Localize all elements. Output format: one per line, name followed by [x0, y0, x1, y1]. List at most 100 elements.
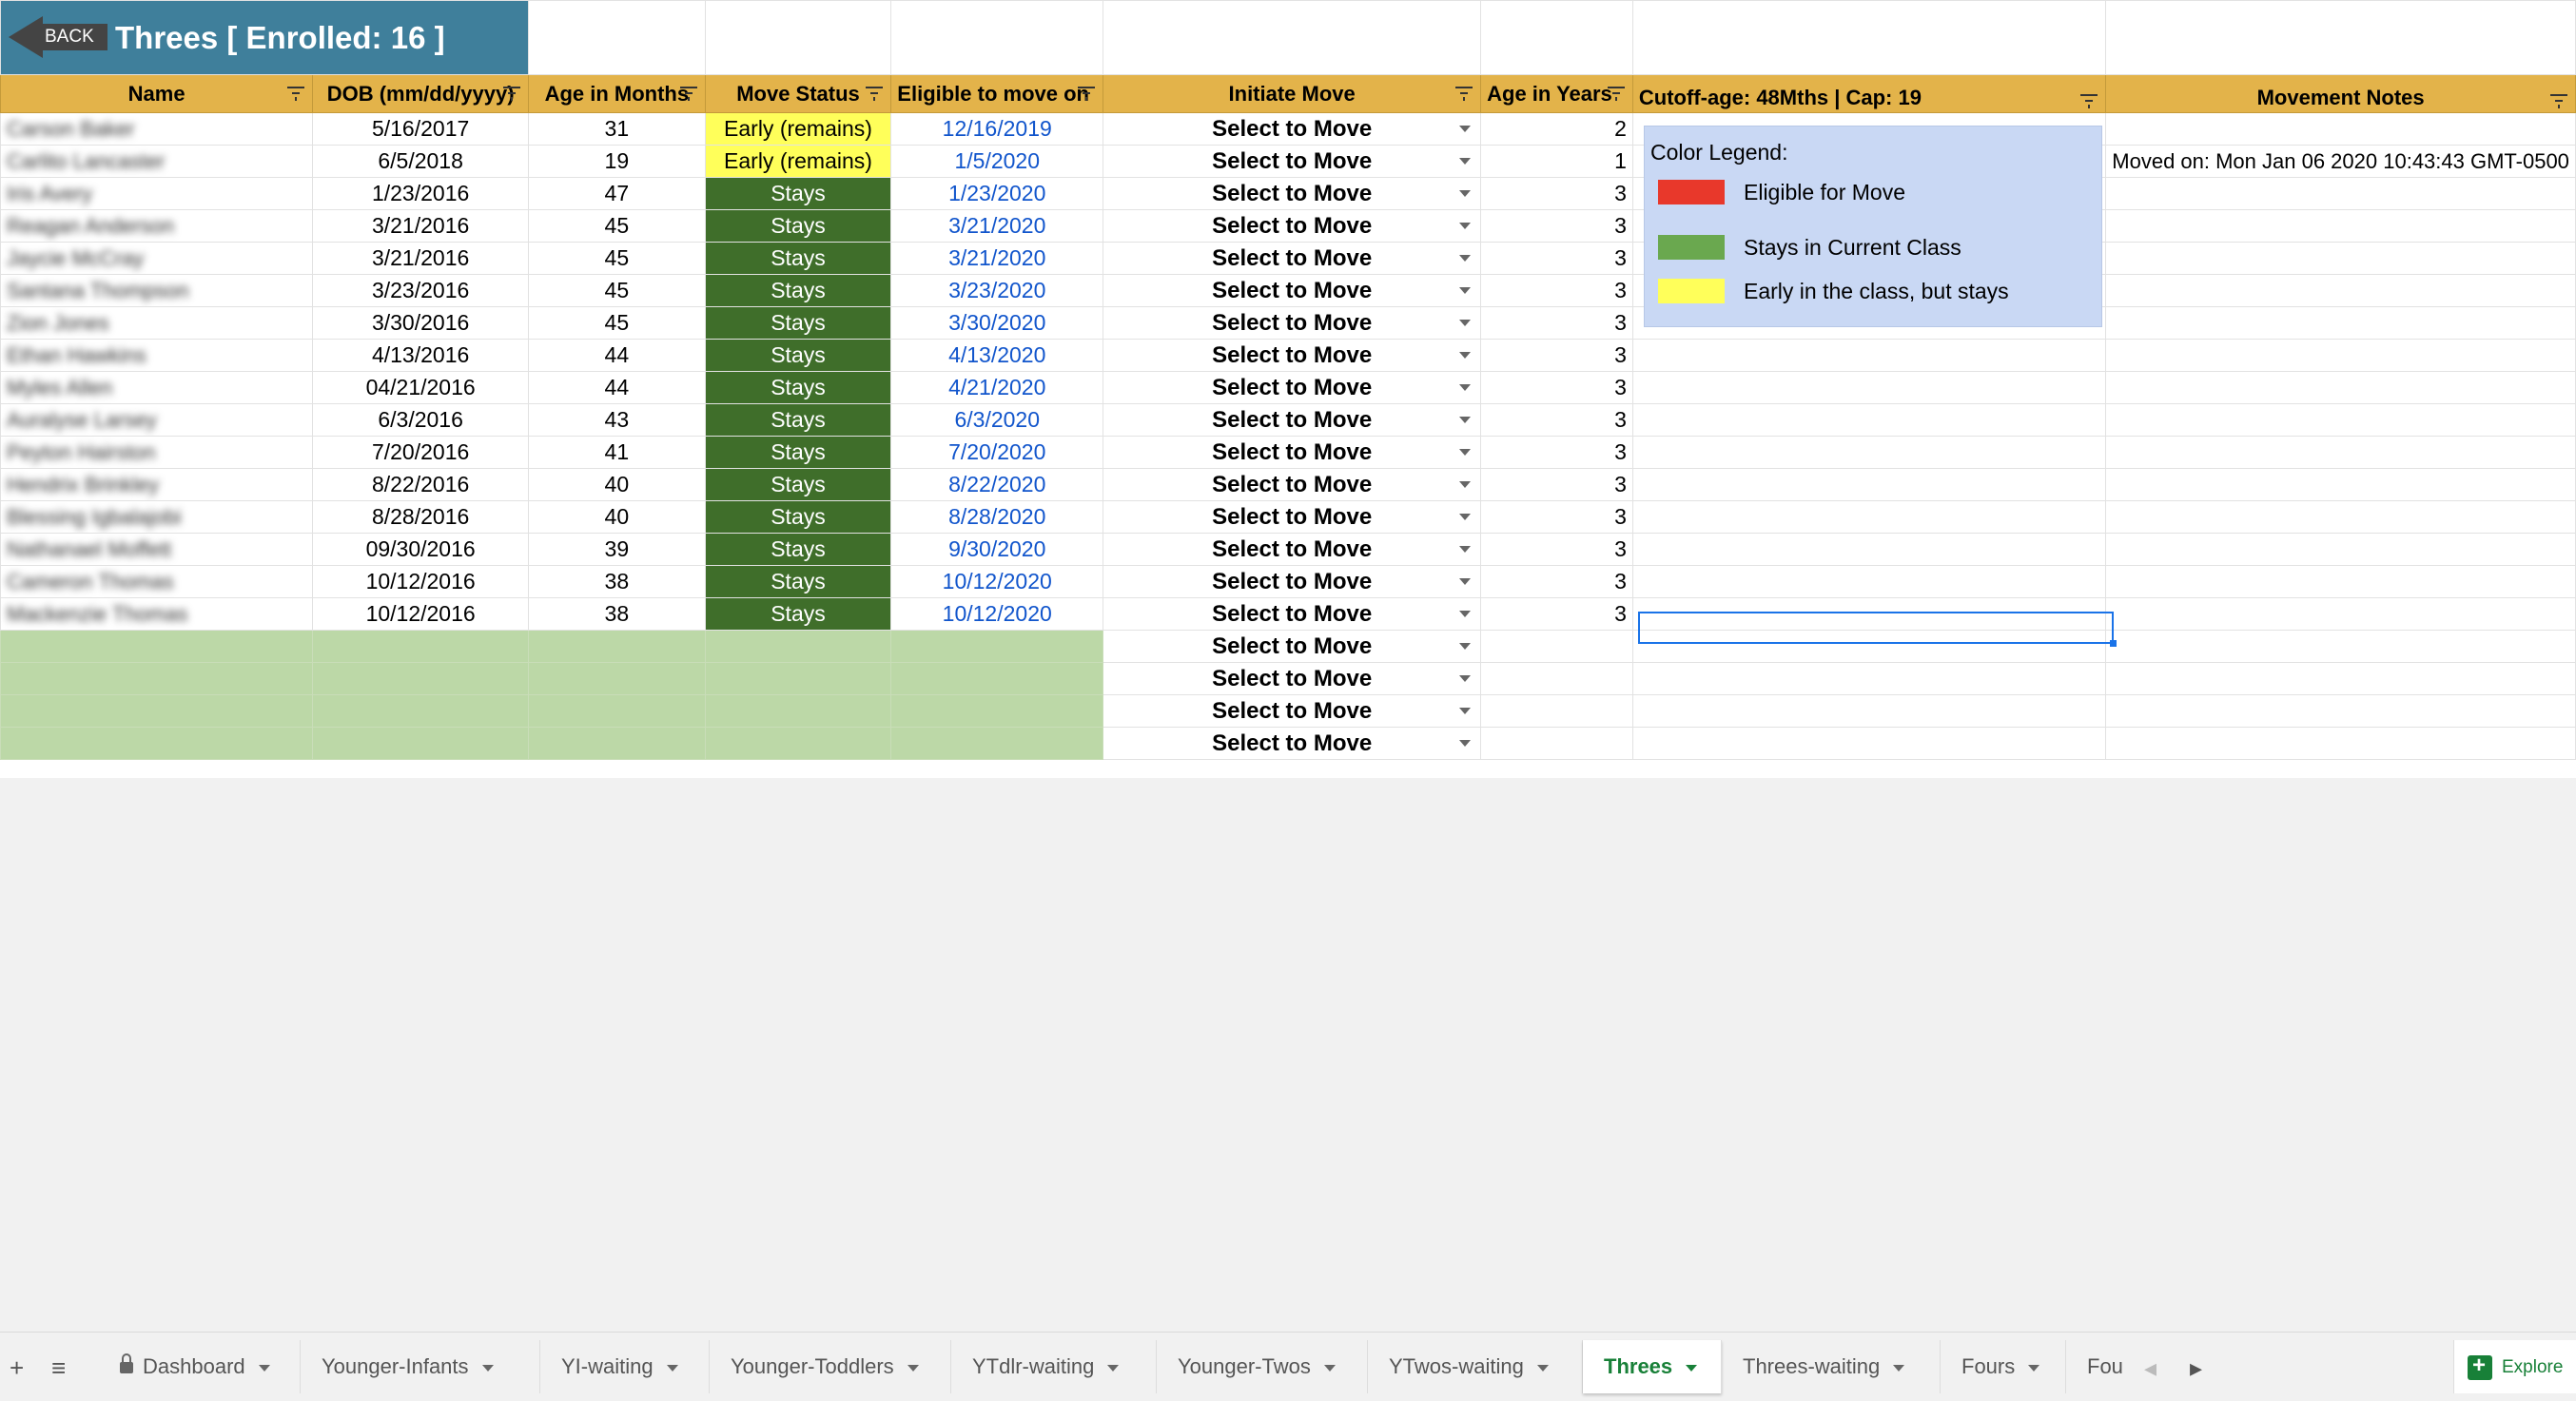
dropdown-arrow-icon[interactable] [1459, 223, 1472, 229]
move-status-cell[interactable]: Stays [704, 403, 892, 437]
age-months-cell[interactable]: 45 [528, 242, 706, 275]
spreadsheet[interactable]: BACK Threes [ Enrolled: 16 ] Name DOB (m… [0, 0, 2576, 778]
move-status-cell[interactable]: Stays [704, 468, 892, 501]
initiate-move-dropdown[interactable]: Select to Move [1103, 662, 1482, 695]
age-years-cell[interactable]: 1 [1480, 145, 1633, 178]
move-status-cell[interactable]: Stays [704, 274, 892, 307]
movement-note-cell[interactable] [2105, 242, 2576, 275]
student-name[interactable]: Nathanael Moffett [0, 533, 314, 566]
eligible-date-cell[interactable]: 4/21/2020 [890, 371, 1104, 404]
initiate-move-dropdown[interactable]: Select to Move [1103, 306, 1482, 340]
tab-dashboard[interactable]: Dashboard [99, 1340, 301, 1393]
move-status-cell[interactable]: Stays [704, 177, 892, 210]
col-header-dob[interactable]: DOB (mm/dd/yyyy) [312, 74, 529, 113]
movement-note-cell[interactable] [2105, 209, 2576, 243]
chevron-down-icon[interactable] [1323, 1364, 1336, 1372]
initiate-move-dropdown[interactable]: Select to Move [1103, 145, 1482, 178]
initiate-move-dropdown[interactable]: Select to Move [1103, 500, 1482, 534]
age-months-cell[interactable]: 39 [528, 533, 706, 566]
dob-cell[interactable]: 4/13/2016 [312, 339, 529, 372]
movement-note-cell[interactable] [2105, 533, 2576, 566]
age-years-cell[interactable]: 3 [1480, 597, 1633, 631]
dropdown-arrow-icon[interactable] [1459, 255, 1472, 262]
tab-threes-waiting[interactable]: Threes-waiting [1722, 1340, 1941, 1393]
tab-ytwos-waiting[interactable]: YTwos-waiting [1368, 1340, 1583, 1393]
dob-cell[interactable]: 10/12/2016 [312, 597, 529, 631]
student-name[interactable]: Cameron Thomas [0, 565, 314, 598]
empty-cell[interactable] [0, 694, 314, 728]
dropdown-arrow-icon[interactable] [1459, 675, 1472, 682]
student-name[interactable]: Ethan Hawkins [0, 339, 314, 372]
back-button[interactable]: BACK [9, 16, 107, 58]
age-months-cell[interactable]: 44 [528, 339, 706, 372]
age-years-cell[interactable]: 3 [1480, 565, 1633, 598]
student-name[interactable]: Mackenzie Thomas [0, 597, 314, 631]
initiate-move-dropdown[interactable]: Select to Move [1103, 112, 1482, 146]
student-name[interactable]: Santana Thompson [0, 274, 314, 307]
student-name[interactable]: Zion Jones [0, 306, 314, 340]
age-months-cell[interactable]: 31 [528, 112, 706, 146]
selected-cell[interactable] [1638, 612, 2117, 647]
empty-cell[interactable] [890, 694, 1104, 728]
eligible-date-cell[interactable]: 3/30/2020 [890, 306, 1104, 340]
eligible-date-cell[interactable]: 10/12/2020 [890, 565, 1104, 598]
age-years-cell[interactable]: 3 [1480, 209, 1633, 243]
movement-note-cell[interactable] [2105, 274, 2576, 307]
tab-fou[interactable]: Fou [2066, 1340, 2133, 1393]
move-status-cell[interactable]: Stays [704, 597, 892, 631]
filter-icon[interactable] [2550, 94, 2567, 108]
eligible-date-cell[interactable]: 3/21/2020 [890, 209, 1104, 243]
empty-cell[interactable] [528, 727, 706, 760]
age-years-cell[interactable]: 3 [1480, 468, 1633, 501]
empty-cell[interactable] [1480, 727, 1633, 760]
age-years-cell[interactable]: 3 [1480, 436, 1633, 469]
move-status-cell[interactable]: Early (remains) [704, 145, 892, 178]
cutoff-cell[interactable] [1631, 371, 2107, 404]
movement-note-cell[interactable] [2105, 565, 2576, 598]
student-name[interactable]: Carlito Lancaster [0, 145, 314, 178]
dropdown-arrow-icon[interactable] [1459, 578, 1472, 585]
student-name[interactable]: Jaycie McCray [0, 242, 314, 275]
age-years-cell[interactable]: 3 [1480, 403, 1633, 437]
movement-note-cell[interactable] [2105, 177, 2576, 210]
chevron-down-icon[interactable] [258, 1364, 270, 1372]
chevron-down-icon[interactable] [907, 1364, 919, 1372]
initiate-move-dropdown[interactable]: Select to Move [1103, 565, 1482, 598]
empty-cell[interactable] [312, 694, 529, 728]
dropdown-arrow-icon[interactable] [1459, 352, 1472, 359]
col-header-notes[interactable]: Movement Notes [2105, 74, 2576, 113]
age-years-cell[interactable]: 3 [1480, 274, 1633, 307]
filter-icon[interactable] [503, 87, 520, 101]
chevron-down-icon[interactable] [1686, 1364, 1698, 1372]
filter-icon[interactable] [866, 87, 884, 101]
cutoff-cell[interactable] [1631, 468, 2107, 501]
dob-cell[interactable]: 10/12/2016 [312, 565, 529, 598]
filter-icon[interactable] [679, 87, 697, 101]
initiate-move-dropdown[interactable]: Select to Move [1103, 209, 1482, 243]
student-name[interactable]: Myles Allen [0, 371, 314, 404]
age-months-cell[interactable]: 38 [528, 565, 706, 598]
initiate-move-dropdown[interactable]: Select to Move [1103, 339, 1482, 372]
all-sheets-icon[interactable]: ≡ [51, 1353, 66, 1383]
move-status-cell[interactable]: Stays [704, 306, 892, 340]
eligible-date-cell[interactable]: 1/23/2020 [890, 177, 1104, 210]
movement-note-cell[interactable] [2105, 306, 2576, 340]
movement-note-cell[interactable] [2105, 468, 2576, 501]
move-status-cell[interactable]: Stays [704, 209, 892, 243]
empty-cell[interactable] [528, 662, 706, 695]
move-status-cell[interactable]: Stays [704, 500, 892, 534]
movement-note-cell[interactable]: Moved on: Mon Jan 06 2020 10:43:43 GMT-0… [2105, 145, 2576, 178]
dob-cell[interactable]: 6/3/2016 [312, 403, 529, 437]
tab-younger-infants[interactable]: Younger-Infants [301, 1340, 540, 1393]
eligible-date-cell[interactable]: 10/12/2020 [890, 597, 1104, 631]
empty-cell[interactable] [312, 727, 529, 760]
age-years-cell[interactable]: 3 [1480, 242, 1633, 275]
empty-cell[interactable] [2105, 662, 2576, 695]
empty-cell[interactable] [890, 630, 1104, 663]
movement-note-cell[interactable] [2105, 339, 2576, 372]
eligible-date-cell[interactable]: 8/22/2020 [890, 468, 1104, 501]
age-years-cell[interactable]: 3 [1480, 177, 1633, 210]
move-status-cell[interactable]: Stays [704, 242, 892, 275]
eligible-date-cell[interactable]: 6/3/2020 [890, 403, 1104, 437]
empty-cell[interactable] [0, 630, 314, 663]
